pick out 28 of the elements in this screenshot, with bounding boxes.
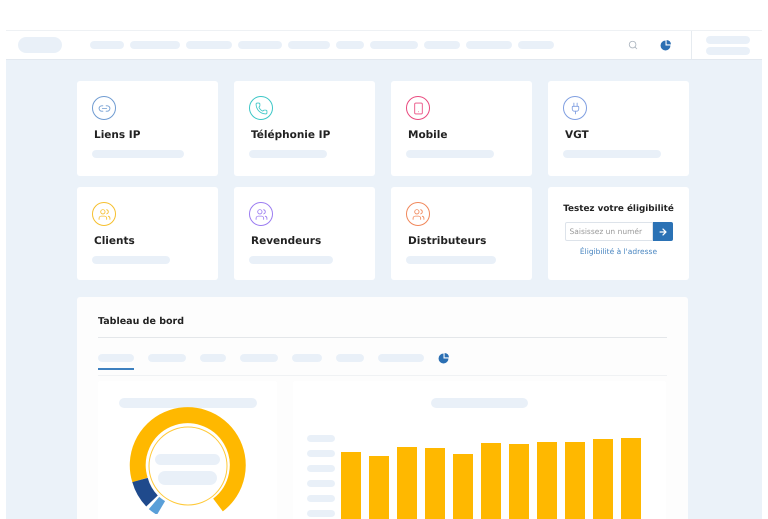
card-title: Testez votre éligibilité [563, 204, 674, 214]
chart-bar [425, 448, 445, 519]
card-label: VGT [565, 129, 590, 141]
card-label: Téléphonie IP [251, 129, 332, 141]
panel-title: Tableau de bord [98, 316, 667, 338]
chart-bar [369, 456, 389, 519]
chart-bar [453, 454, 473, 519]
submit-button[interactable] [652, 222, 672, 241]
loading-placeholder [158, 471, 216, 485]
service-card[interactable]: Téléphonie IP [234, 81, 375, 176]
pie-chart-icon[interactable] [660, 40, 671, 50]
pie-chart-icon[interactable] [438, 353, 449, 364]
card-label: Revendeurs [251, 235, 322, 247]
service-card[interactable]: Distributeurs [391, 187, 532, 280]
card-label: Clients [94, 235, 136, 247]
card-label: Liens IP [94, 129, 142, 141]
service-card[interactable]: Liens IP [77, 81, 218, 176]
service-card[interactable]: Mobile [391, 81, 532, 176]
tab[interactable] [98, 354, 134, 370]
card-label: Distributeurs [408, 235, 488, 247]
chart-bar [341, 452, 361, 519]
chart-bar [397, 447, 417, 519]
card-label: Mobile [408, 129, 448, 141]
service-card[interactable]: Clients [77, 187, 218, 280]
arrow-right-icon [658, 226, 668, 236]
service-card[interactable]: Revendeurs [234, 187, 375, 280]
service-card[interactable]: VGT [548, 81, 689, 176]
search-icon[interactable] [628, 40, 638, 50]
